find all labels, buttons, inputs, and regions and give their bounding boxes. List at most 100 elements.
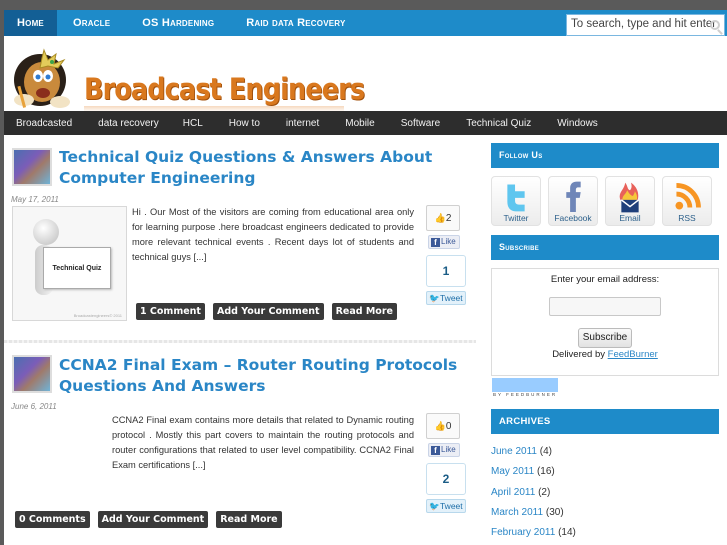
archive-link[interactable]: April 2011 (491, 487, 535, 498)
category-nav-technical-quiz[interactable]: Technical Quiz (454, 118, 545, 129)
top-nav-os-hardening[interactable]: OS Hardening (126, 10, 230, 36)
post-title[interactable]: Technical Quiz Questions & Answers About… (59, 147, 469, 189)
post-actions: 1 Comment Add Your Comment Read More (136, 303, 397, 320)
follow-rss-label: RSS (678, 213, 696, 223)
read-more-button[interactable]: Read More (331, 303, 397, 320)
archives-heading: ARCHIVES (491, 409, 719, 434)
facebook-icon: f (431, 446, 440, 455)
tweet-count: 2 (426, 463, 466, 495)
archive-count: (2) (538, 486, 551, 498)
logo-text: Broadcast Engineers (84, 72, 365, 106)
social-share: 👍0 f Like 2 🐦Tweet (422, 413, 466, 513)
twitter-bird-icon: 🐦 (429, 501, 440, 511)
add-comment-button[interactable]: Add Your Comment (97, 511, 209, 528)
archive-item: May 2011 (16) (491, 462, 576, 482)
category-nav-data-recovery[interactable]: data recovery (84, 118, 173, 129)
follow-us-icons: Twitter Facebook Email RSS (491, 176, 712, 226)
subscribe-prompt: Enter your email address: (550, 274, 660, 285)
category-nav-internet[interactable]: internet (274, 118, 333, 129)
add-comment-button[interactable]: Add Your Comment (212, 303, 324, 320)
category-nav-how-to[interactable]: How to (217, 118, 274, 129)
facebook-like-button[interactable]: f Like (428, 235, 460, 249)
post-title[interactable]: CCNA2 Final Exam – Router Routing Protoc… (59, 355, 469, 397)
follow-rss[interactable]: RSS (662, 176, 712, 226)
thumbnail-caption: Technical Quiz (43, 247, 111, 289)
archive-item: June 2011 (4) (491, 442, 576, 462)
follow-us-heading: Follow Us (491, 143, 719, 168)
post-date: May 17, 2011 (11, 195, 59, 204)
category-nav-mobile[interactable]: Mobile (333, 118, 388, 129)
archives-list: June 2011 (4) May 2011 (16) April 2011 (… (491, 442, 576, 543)
thumbnail-watermark: Broadcastengineers© 2011 (73, 313, 122, 318)
author-avatar[interactable] (12, 148, 52, 186)
follow-twitter-label: Twitter (503, 213, 529, 223)
tweet-button[interactable]: 🐦Tweet (426, 499, 466, 513)
category-nav-software[interactable]: Software (389, 118, 454, 129)
post-separator (4, 340, 476, 343)
email-icon (619, 182, 640, 213)
tweet-count: 1 (426, 255, 466, 287)
lion-mascot-icon (14, 48, 70, 108)
subscribe-button[interactable]: Subscribe (577, 328, 633, 348)
archive-item: April 2011 (2) (491, 483, 576, 503)
follow-email[interactable]: Email (605, 176, 655, 226)
comments-button[interactable]: 0 Comments (15, 511, 90, 528)
post-thumbnail[interactable]: Technical Quiz Broadcastengineers© 2011 (12, 206, 127, 321)
archive-count: (4) (539, 446, 552, 457)
top-nav-raid-data-recovery[interactable]: Raid data Recovery (230, 10, 361, 36)
like-count: 0 (445, 421, 452, 432)
archive-count: (30) (545, 506, 564, 518)
tweet-button[interactable]: 🐦Tweet (426, 291, 466, 305)
facebook-icon: f (431, 238, 440, 247)
delivered-by: Delivered by FeedBurner (492, 349, 718, 360)
like-label: Like (441, 445, 456, 454)
post-date: June 6, 2011 (11, 402, 57, 411)
post-excerpt: Hi . Our Most of the visitors are coming… (132, 207, 414, 262)
figure-head-icon (33, 219, 59, 245)
thumbs-up-icon: 👍 (434, 213, 446, 223)
feedburner-badge-text: BY FEEDBURNER (493, 392, 558, 397)
facebook-icon (566, 181, 581, 212)
archive-link[interactable]: May 2011 (491, 466, 534, 477)
archive-link[interactable]: February 2011 (491, 527, 555, 538)
post-excerpt: CCNA2 Final exam contains more details t… (112, 415, 414, 470)
read-more-button[interactable]: Read More (216, 511, 282, 528)
subscribe-heading: Subscribe (491, 235, 719, 260)
follow-twitter[interactable]: Twitter (491, 176, 541, 226)
like-count-box: 👍2 (426, 205, 460, 231)
archive-item: March 2011 (30) (491, 503, 576, 523)
category-nav-broadcasted[interactable]: Broadcasted (4, 118, 84, 129)
like-label: Like (441, 237, 456, 246)
page: Home Oracle OS Hardening Raid data Recov… (4, 10, 727, 545)
top-nav: Home Oracle OS Hardening Raid data Recov… (4, 10, 727, 36)
archive-link[interactable]: June 2011 (491, 446, 537, 457)
feedburner-badge[interactable] (492, 378, 558, 392)
post-actions: 0 Comments Add Your Comment Read More (15, 511, 282, 528)
feedburner-link[interactable]: FeedBurner (608, 349, 658, 360)
like-count-box: 👍0 (426, 413, 460, 439)
top-nav-home[interactable]: Home (4, 10, 57, 36)
search-input[interactable]: To search, type and hit enter (566, 14, 725, 36)
follow-facebook[interactable]: Facebook (548, 176, 598, 226)
search-icon[interactable] (710, 20, 720, 30)
twitter-icon (507, 184, 525, 212)
follow-facebook-label: Facebook (554, 213, 592, 223)
delivered-by-text: Delivered by (552, 349, 605, 360)
facebook-like-button[interactable]: f Like (428, 443, 460, 457)
social-share: 👍2 f Like 1 🐦Tweet (422, 205, 466, 305)
author-avatar[interactable] (12, 355, 52, 393)
category-nav-windows[interactable]: Windows (545, 118, 610, 129)
site-logo[interactable]: Broadcast Engineers (8, 46, 365, 112)
follow-email-label: Email (619, 213, 641, 223)
archive-link[interactable]: March 2011 (491, 507, 543, 518)
comments-button[interactable]: 1 Comment (136, 303, 205, 320)
like-count: 2 (445, 213, 452, 224)
top-nav-oracle[interactable]: Oracle (57, 10, 126, 36)
subscribe-email-input[interactable] (549, 297, 661, 316)
category-nav: Broadcasted data recovery HCL How to int… (4, 111, 727, 135)
category-nav-hcl[interactable]: HCL (173, 118, 217, 129)
twitter-bird-icon: 🐦 (429, 293, 440, 303)
tweet-label: Tweet (439, 293, 463, 303)
thumbs-up-icon: 👍 (434, 421, 446, 431)
archive-count: (14) (558, 527, 576, 539)
